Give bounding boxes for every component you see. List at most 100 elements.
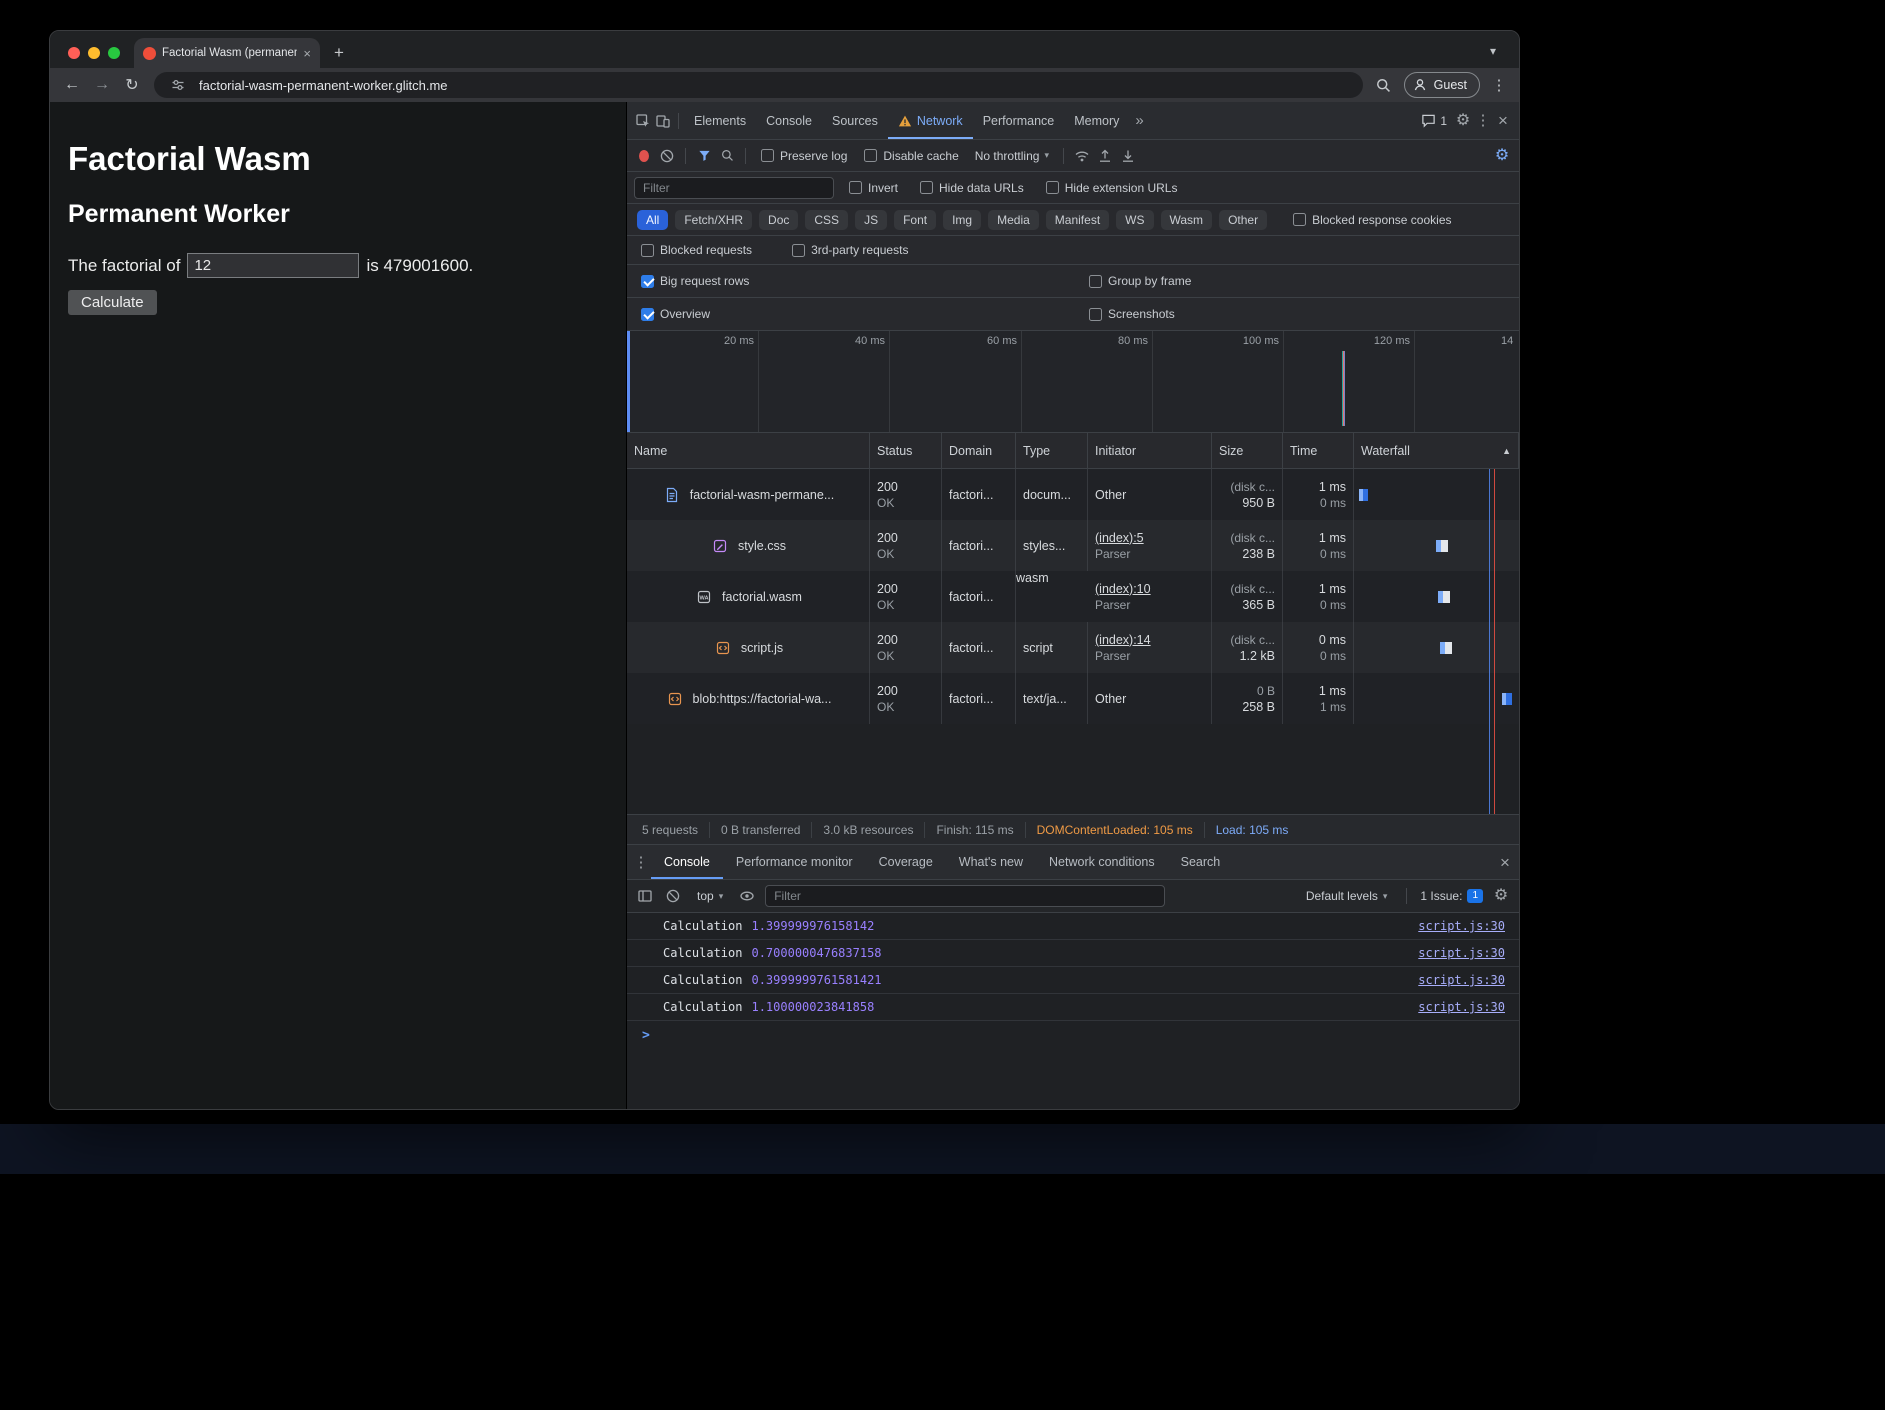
window-close-button[interactable] (68, 47, 80, 59)
device-toolbar-icon[interactable] (653, 111, 673, 131)
blocked-requests-checkbox[interactable]: Blocked requests (634, 243, 759, 257)
network-request-row[interactable]: style.css 200OK factori... styles... (in… (627, 520, 1519, 571)
tab-search-button[interactable]: ▾ (1481, 39, 1505, 63)
chip-wasm[interactable]: Wasm (1161, 210, 1213, 230)
console-empty-area[interactable] (627, 1049, 1519, 1109)
browser-menu-button[interactable]: ⋮ (1488, 76, 1510, 94)
column-time[interactable]: Time (1283, 433, 1354, 468)
group-by-frame-checkbox[interactable]: Group by frame (1082, 274, 1512, 288)
tab-sources[interactable]: Sources (822, 102, 888, 139)
big-request-rows-checkbox[interactable]: Big request rows (634, 274, 1082, 288)
search-icon[interactable] (717, 146, 737, 166)
devtools-settings-icon[interactable]: ⚙ (1453, 111, 1473, 131)
profile-button[interactable]: Guest (1404, 72, 1480, 98)
zoom-search-icon[interactable] (1372, 73, 1396, 97)
chip-doc[interactable]: Doc (759, 210, 798, 230)
drawer-tab-network-conditions[interactable]: Network conditions (1036, 845, 1168, 879)
initiator-link[interactable]: (index):5 (1095, 531, 1204, 545)
drawer-tab-search[interactable]: Search (1168, 845, 1234, 879)
chip-ws[interactable]: WS (1116, 210, 1153, 230)
site-settings-icon[interactable] (166, 73, 190, 97)
calculate-button[interactable]: Calculate (68, 290, 157, 315)
chip-img[interactable]: Img (943, 210, 981, 230)
issues-button[interactable]: 1 (1415, 113, 1453, 128)
third-party-requests-checkbox[interactable]: 3rd-party requests (785, 243, 915, 257)
network-request-row[interactable]: WA factorial.wasm 200OK factori... wasm … (627, 571, 1519, 622)
drawer-close-icon[interactable]: × (1495, 852, 1515, 872)
overview-left-handle[interactable] (627, 331, 630, 432)
column-status[interactable]: Status (870, 433, 942, 468)
devtools-close-icon[interactable]: × (1493, 111, 1513, 131)
drawer-tab-coverage[interactable]: Coverage (866, 845, 946, 879)
tab-console[interactable]: Console (756, 102, 822, 139)
network-filter-input[interactable] (634, 177, 834, 199)
url-text[interactable]: factorial-wasm-permanent-worker.glitch.m… (199, 78, 448, 93)
back-button[interactable]: ← (59, 72, 85, 98)
screenshots-checkbox[interactable]: Screenshots (1082, 307, 1512, 321)
column-domain[interactable]: Domain (942, 433, 1016, 468)
column-waterfall[interactable]: Waterfall▲ (1354, 433, 1519, 468)
eye-icon[interactable] (737, 886, 757, 906)
network-settings-icon[interactable]: ⚙ (1492, 146, 1512, 166)
export-har-icon[interactable] (1118, 146, 1138, 166)
chip-all[interactable]: All (637, 210, 668, 230)
tab-memory[interactable]: Memory (1064, 102, 1129, 139)
tab-elements[interactable]: Elements (684, 102, 756, 139)
chip-other[interactable]: Other (1219, 210, 1267, 230)
tab-close-icon[interactable]: × (303, 47, 311, 60)
message-source-link[interactable]: script.js:30 (1418, 1000, 1505, 1014)
tab-network[interactable]: Network (888, 102, 973, 139)
overview-checkbox[interactable]: Overview (634, 307, 1082, 321)
factorial-input[interactable] (187, 253, 359, 278)
browser-tab[interactable]: Factorial Wasm (permanent W × (134, 38, 320, 68)
console-filter-input[interactable] (765, 885, 1165, 907)
address-bar[interactable]: factorial-wasm-permanent-worker.glitch.m… (154, 72, 1363, 98)
preserve-log-checkbox[interactable]: Preserve log (754, 149, 854, 163)
hide-extension-urls-checkbox[interactable]: Hide extension URLs (1039, 181, 1185, 195)
chip-css[interactable]: CSS (805, 210, 848, 230)
tab-performance[interactable]: Performance (973, 102, 1065, 139)
message-source-link[interactable]: script.js:30 (1418, 973, 1505, 987)
column-size[interactable]: Size (1212, 433, 1283, 468)
invert-checkbox[interactable]: Invert (842, 181, 905, 195)
clear-network-log-button[interactable] (657, 146, 677, 166)
blocked-response-cookies-checkbox[interactable]: Blocked response cookies (1286, 213, 1458, 227)
hide-data-urls-checkbox[interactable]: Hide data URLs (913, 181, 1031, 195)
network-request-row[interactable]: factorial-wasm-permane... 200OK factori.… (627, 469, 1519, 520)
column-initiator[interactable]: Initiator (1088, 433, 1212, 468)
disable-cache-checkbox[interactable]: Disable cache (857, 149, 965, 163)
network-request-row[interactable]: script.js 200OK factori... script (index… (627, 622, 1519, 673)
network-conditions-icon[interactable] (1072, 146, 1092, 166)
message-source-link[interactable]: script.js:30 (1418, 946, 1505, 960)
devtools-menu-icon[interactable]: ⋮ (1473, 111, 1493, 131)
forward-button[interactable]: → (89, 72, 115, 98)
reload-button[interactable]: ↻ (119, 72, 145, 98)
issues-counter[interactable]: 1 Issue: 1 (1420, 889, 1483, 903)
import-har-icon[interactable] (1095, 146, 1115, 166)
console-settings-icon[interactable]: ⚙ (1491, 886, 1511, 906)
initiator-link[interactable]: (index):14 (1095, 633, 1204, 647)
console-sidebar-icon[interactable] (635, 886, 655, 906)
chip-manifest[interactable]: Manifest (1046, 210, 1109, 230)
network-request-row[interactable]: blob:https://factorial-wa... 200OK facto… (627, 673, 1519, 724)
execution-context-select[interactable]: top ▾ (691, 889, 729, 903)
column-name[interactable]: Name (627, 433, 870, 468)
inspect-element-icon[interactable] (633, 111, 653, 131)
network-overview-timeline[interactable]: 20 ms 40 ms 60 ms 80 ms 100 ms 120 ms 14 (627, 331, 1519, 433)
throttling-select[interactable]: No throttling ▾ (969, 149, 1055, 163)
more-tabs-icon[interactable]: » (1129, 113, 1149, 128)
chip-media[interactable]: Media (988, 210, 1039, 230)
initiator-link[interactable]: (index):10 (1095, 582, 1204, 596)
log-levels-select[interactable]: Default levels ▾ (1300, 889, 1394, 903)
chip-js[interactable]: JS (855, 210, 887, 230)
chip-font[interactable]: Font (894, 210, 936, 230)
message-source-link[interactable]: script.js:30 (1418, 919, 1505, 933)
drawer-tab-performance-monitor[interactable]: Performance monitor (723, 845, 866, 879)
drawer-tab-whats-new[interactable]: What's new (946, 845, 1036, 879)
record-button[interactable] (634, 146, 654, 166)
window-minimize-button[interactable] (88, 47, 100, 59)
column-type[interactable]: Type (1016, 433, 1088, 468)
clear-console-icon[interactable] (663, 886, 683, 906)
filter-toggle-icon[interactable] (694, 146, 714, 166)
window-zoom-button[interactable] (108, 47, 120, 59)
